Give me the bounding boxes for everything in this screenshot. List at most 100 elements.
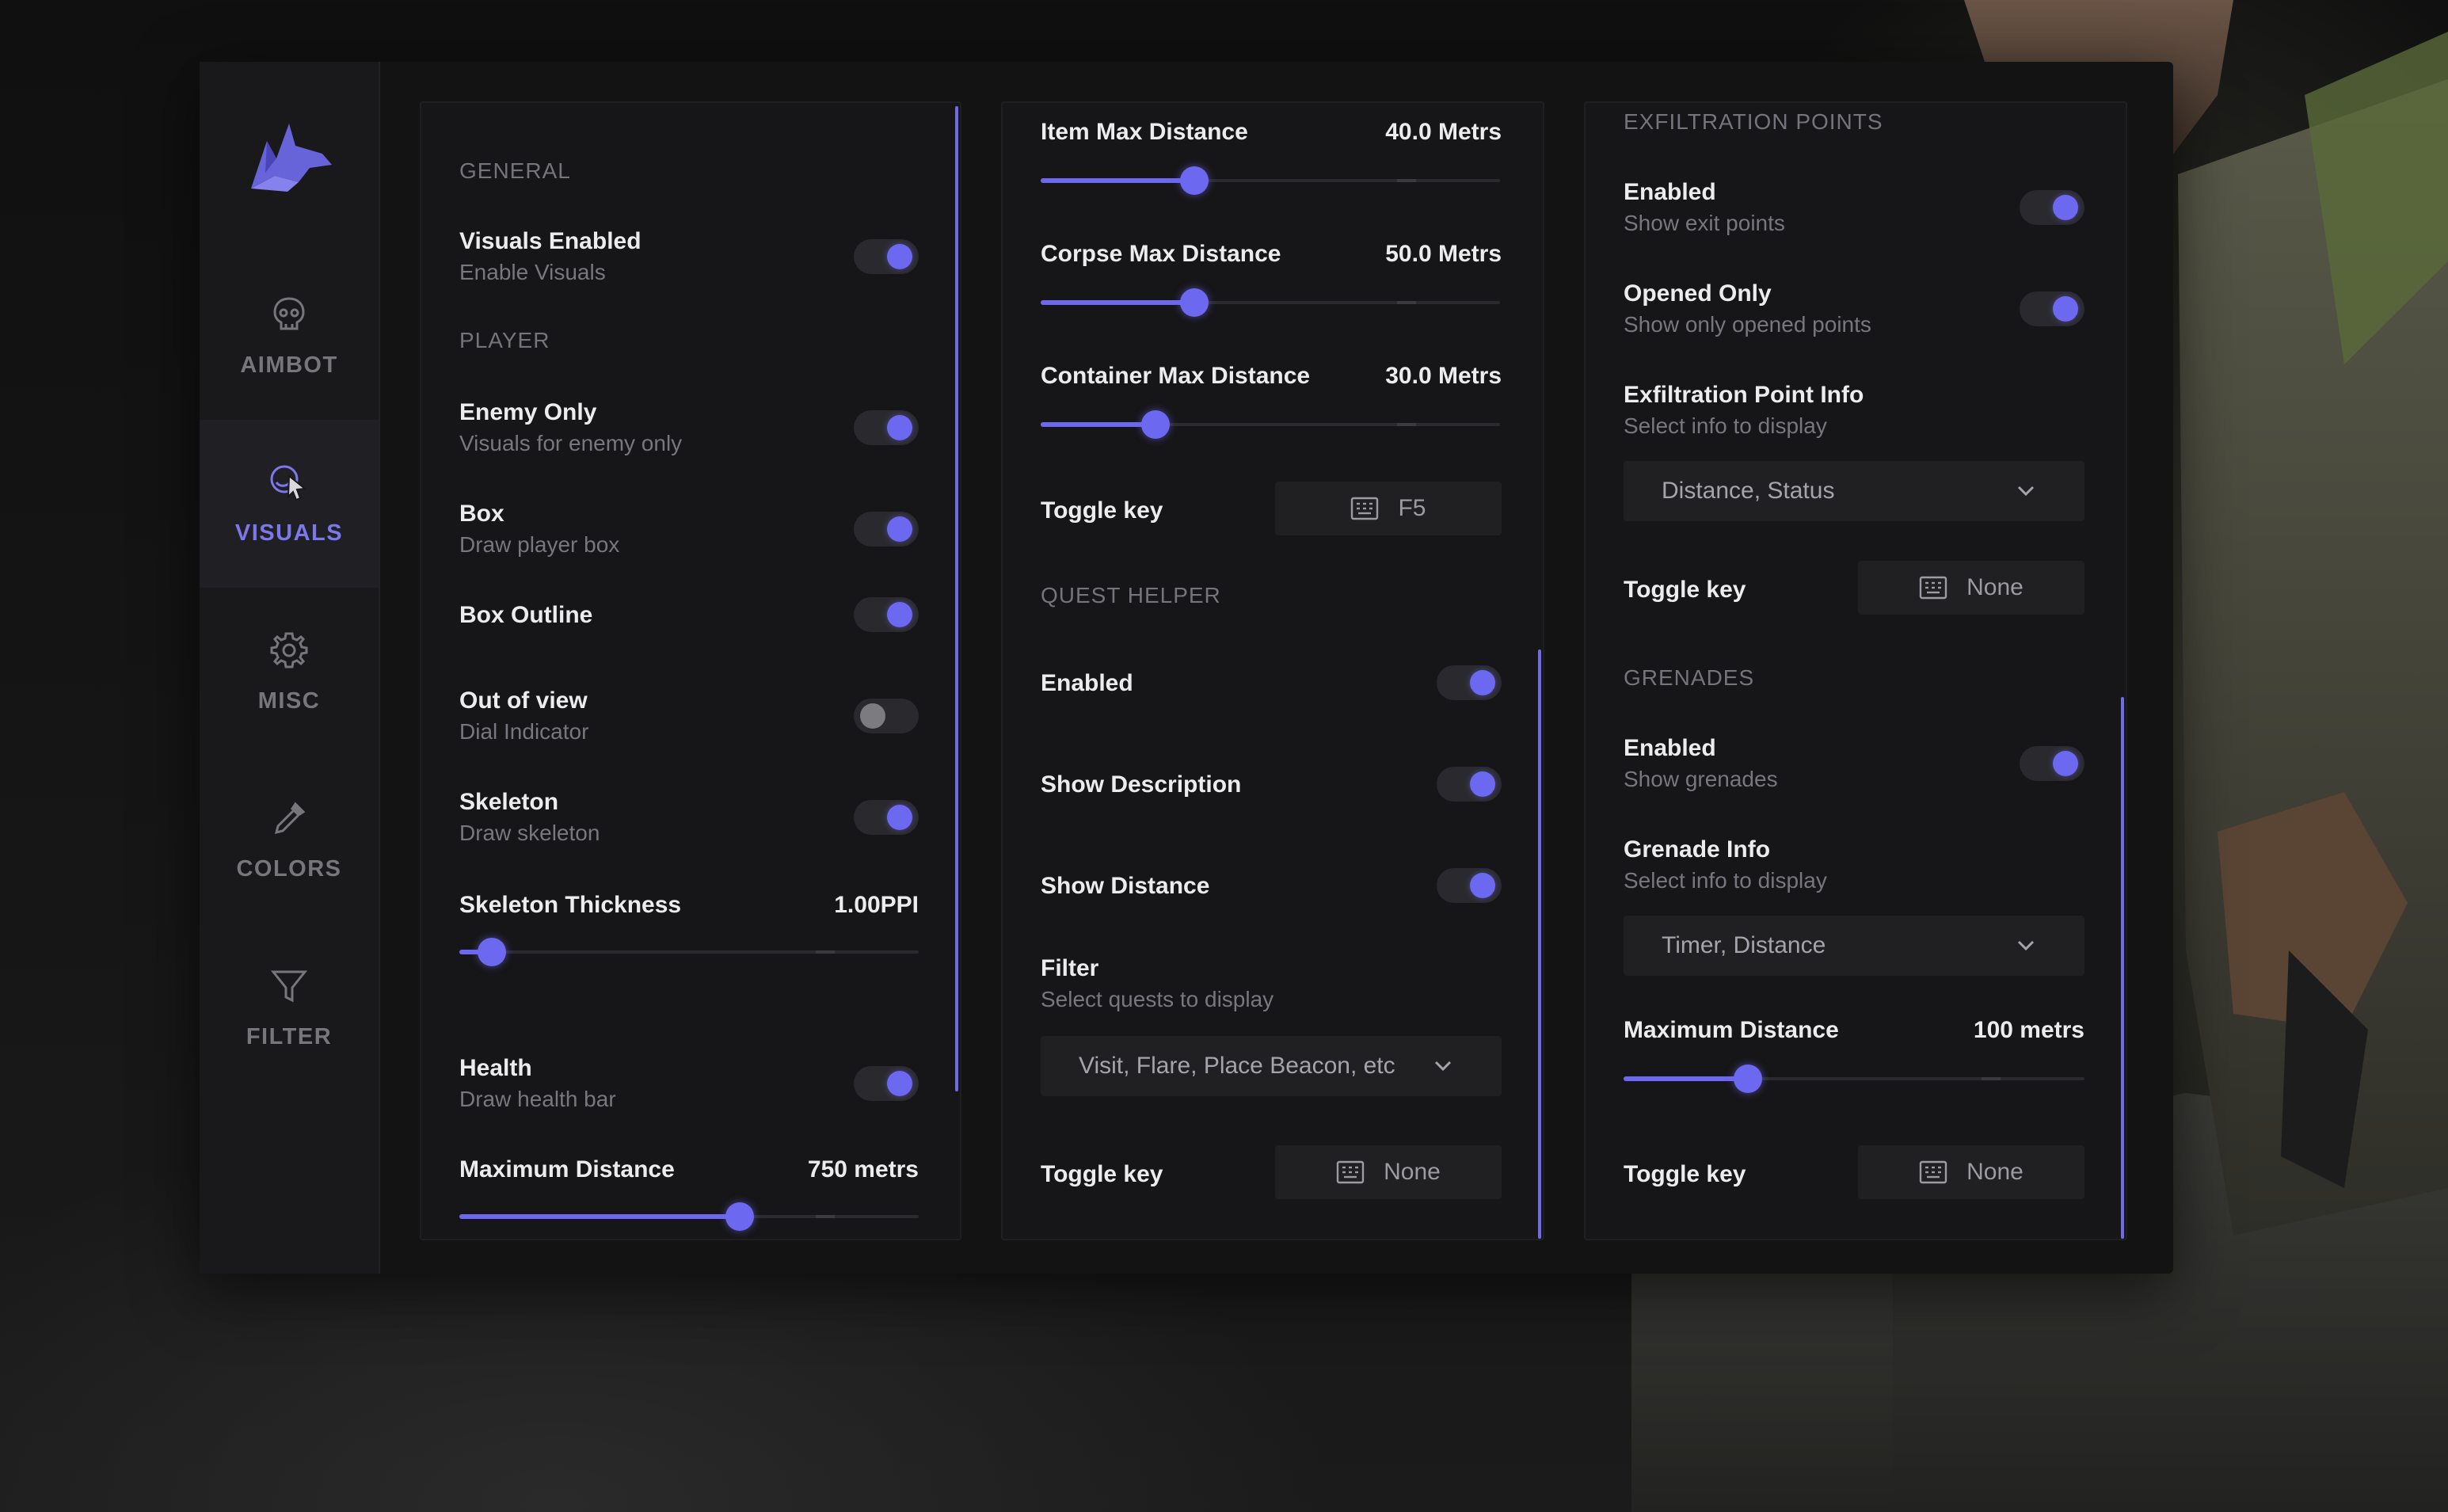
- show-description-toggle[interactable]: [1437, 767, 1502, 802]
- sidebar-item-label: AIMBOT: [240, 352, 338, 378]
- max-distance-value: 750 metrs: [807, 1156, 919, 1183]
- quest-enabled-toggle[interactable]: [1437, 665, 1502, 700]
- toggle-key-label: Toggle key: [1624, 577, 1746, 603]
- toggle-knob: [887, 415, 912, 440]
- toggle-key-label: Toggle key: [1624, 1161, 1746, 1187]
- show-distance-toggle[interactable]: [1437, 868, 1502, 903]
- slider-thumb[interactable]: [1141, 410, 1170, 439]
- toggle-knob: [887, 602, 912, 627]
- opened-only-toggle[interactable]: [2020, 291, 2084, 326]
- sidebar-item-colors[interactable]: COLORS: [200, 756, 379, 924]
- skull-icon: [273, 296, 305, 329]
- box-label: Box: [459, 501, 504, 527]
- toggle-knob: [887, 1071, 912, 1096]
- box-outline-toggle[interactable]: [854, 597, 919, 632]
- visuals-enabled-label: Visuals Enabled: [459, 228, 642, 254]
- grenade-info-label: Grenade Info: [1624, 836, 1771, 863]
- exfil-enabled-desc: Show exit points: [1624, 211, 1785, 235]
- out-of-view-toggle[interactable]: [854, 699, 919, 733]
- exfil-info-desc: Select info to display: [1624, 413, 1827, 438]
- corpse-max-distance-slider[interactable]: [1041, 288, 1500, 317]
- panel-loot-quest: Item Max Distance 40.0 Metrs Corpse Max …: [1001, 101, 1544, 1240]
- container-max-distance-slider[interactable]: [1041, 410, 1500, 439]
- panel-scrollbar[interactable]: [1538, 649, 1541, 1239]
- container-max-distance-value: 30.0 Metrs: [1385, 363, 1502, 389]
- slider-thumb[interactable]: [1180, 166, 1209, 195]
- skeleton-label: Skeleton: [459, 789, 559, 815]
- item-max-distance-value: 40.0 Metrs: [1385, 119, 1502, 145]
- toggle-knob: [2053, 195, 2078, 220]
- section-header-exfiltration-points: EXFILTRATION POINTS: [1624, 109, 1883, 134]
- toggle-key-button[interactable]: F5: [1275, 482, 1502, 535]
- sidebar-item-misc[interactable]: MISC: [200, 588, 379, 756]
- sidebar-item-filter[interactable]: FILTER: [200, 924, 379, 1091]
- item-max-distance-slider[interactable]: [1041, 166, 1500, 195]
- grenades-enabled-label: Enabled: [1624, 735, 1716, 761]
- container-max-distance-label: Container Max Distance: [1041, 363, 1311, 389]
- panel-scrollbar[interactable]: [955, 106, 958, 1091]
- out-of-view-desc: Dial Indicator: [459, 719, 589, 744]
- show-description-label: Show Description: [1041, 771, 1242, 798]
- sidebar-item-aimbot[interactable]: AIMBOT: [200, 252, 379, 420]
- toggle-knob: [2053, 751, 2078, 776]
- toggle-knob: [887, 244, 912, 269]
- box-outline-label: Box Outline: [459, 602, 593, 628]
- grenade-max-distance-value: 100 metrs: [1973, 1017, 2084, 1043]
- slider-thumb[interactable]: [725, 1202, 754, 1231]
- grenade-max-distance-slider[interactable]: [1624, 1064, 2084, 1093]
- max-distance-slider[interactable]: [459, 1202, 919, 1231]
- exfil-enabled-toggle[interactable]: [2020, 190, 2084, 225]
- visuals-enabled-toggle[interactable]: [854, 239, 919, 274]
- slider-thumb[interactable]: [1734, 1064, 1763, 1093]
- toggle-key-value: None: [1966, 574, 2024, 600]
- funnel-icon: [270, 970, 308, 1002]
- exfil-enabled-label: Enabled: [1624, 179, 1716, 205]
- keyboard-icon: [1919, 1160, 1947, 1184]
- toggle-key-button[interactable]: None: [1858, 1145, 2084, 1199]
- panel-general-player: GENERAL Visuals Enabled Enable Visuals P…: [420, 101, 961, 1240]
- box-toggle[interactable]: [854, 512, 919, 547]
- corpse-max-distance-label: Corpse Max Distance: [1041, 241, 1281, 267]
- dropdown-selected-value: Distance, Status: [1662, 478, 1835, 504]
- health-toggle[interactable]: [854, 1066, 919, 1101]
- quest-enabled-label: Enabled: [1041, 670, 1133, 696]
- quest-filter-dropdown[interactable]: Visit, Flare, Place Beacon, etc: [1041, 1036, 1502, 1096]
- panel-scrollbar[interactable]: [2121, 697, 2124, 1239]
- exfil-info-dropdown[interactable]: Distance, Status: [1624, 461, 2084, 521]
- dropdown-selected-value: Timer, Distance: [1662, 932, 1826, 958]
- wolf-logo-icon: [251, 124, 332, 192]
- slider-thumb[interactable]: [477, 938, 506, 966]
- sidebar: AIMBOT VISUALS MISC COLORS FILTER: [200, 62, 380, 1274]
- toggle-knob: [1470, 873, 1495, 898]
- section-header-quest-helper: QUEST HELPER: [1041, 583, 1221, 607]
- toggle-key-label: Toggle key: [1041, 1161, 1163, 1187]
- toggle-key-button[interactable]: None: [1858, 561, 2084, 615]
- toggle-knob: [1470, 771, 1495, 797]
- toggle-key-button[interactable]: None: [1275, 1145, 1502, 1199]
- grenade-info-dropdown[interactable]: Timer, Distance: [1624, 916, 2084, 976]
- eye-cursor-icon: [270, 465, 307, 501]
- visuals-enabled-desc: Enable Visuals: [459, 260, 606, 284]
- toggle-knob: [2053, 296, 2078, 322]
- skeleton-desc: Draw skeleton: [459, 821, 600, 845]
- toggle-knob: [887, 805, 912, 830]
- sidebar-item-visuals[interactable]: VISUALS: [200, 420, 379, 588]
- toggle-key-value: None: [1966, 1159, 2024, 1185]
- opened-only-desc: Show only opened points: [1624, 312, 1871, 337]
- skeleton-toggle[interactable]: [854, 800, 919, 835]
- sidebar-item-label: MISC: [257, 687, 321, 714]
- grenade-max-distance-label: Maximum Distance: [1624, 1017, 1839, 1043]
- cheat-menu-window: AIMBOT VISUALS MISC COLORS FILTER GENERA…: [200, 62, 2173, 1274]
- enemy-only-label: Enemy Only: [459, 399, 597, 425]
- grenades-enabled-toggle[interactable]: [2020, 746, 2084, 781]
- keyboard-icon: [1336, 1160, 1365, 1184]
- skeleton-thickness-slider[interactable]: [459, 938, 919, 966]
- keyboard-icon: [1919, 576, 1947, 600]
- toggle-key-value: None: [1384, 1159, 1441, 1185]
- toggle-knob: [1470, 670, 1495, 695]
- box-desc: Draw player box: [459, 532, 620, 557]
- slider-thumb[interactable]: [1180, 288, 1209, 317]
- quest-filter-label: Filter: [1041, 955, 1099, 981]
- enemy-only-toggle[interactable]: [854, 410, 919, 445]
- grenades-enabled-desc: Show grenades: [1624, 767, 1778, 791]
